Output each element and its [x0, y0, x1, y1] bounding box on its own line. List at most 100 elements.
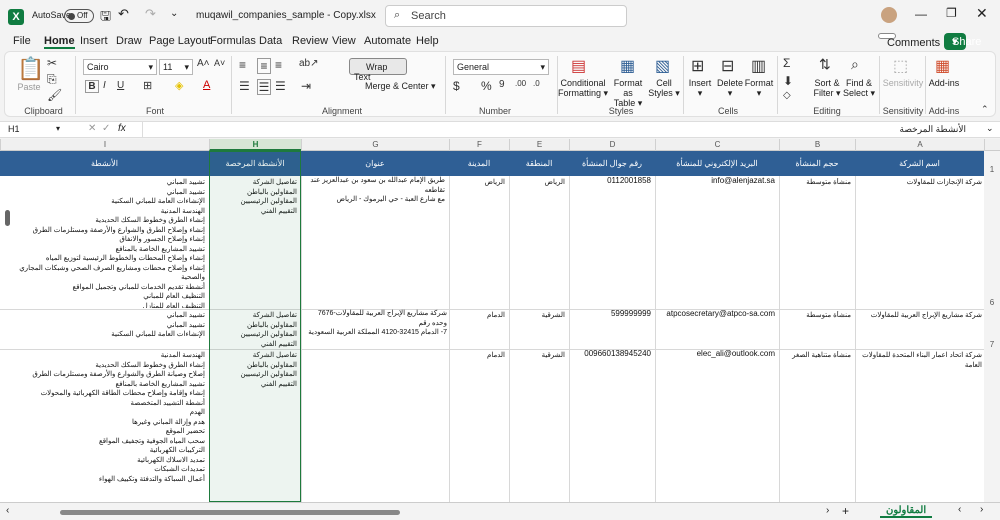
conditional-formatting-button[interactable]: Conditional Formatting ▾: [557, 78, 609, 99]
table-cell[interactable]: الرياض: [509, 178, 565, 188]
format-as-table-button[interactable]: Format as Table ▾: [608, 78, 648, 109]
tab-data[interactable]: Data: [259, 35, 282, 47]
align-bottom-icon[interactable]: ≡: [275, 58, 282, 72]
share-button[interactable]: Share ▾: [944, 33, 981, 50]
header-city[interactable]: المدينة: [449, 159, 509, 168]
cell-styles-icon[interactable]: ▧: [655, 56, 670, 76]
increase-decimal-icon[interactable]: .00: [515, 79, 526, 88]
paste-icon[interactable]: 📋: [17, 56, 44, 82]
row-header-6[interactable]: 6: [984, 298, 1000, 307]
tab-file[interactable]: File: [13, 35, 31, 47]
insert-cells-icon[interactable]: ⊞: [691, 56, 704, 76]
header-mobile[interactable]: رقم جوال المنشأة: [569, 159, 655, 168]
comma-icon[interactable]: 9: [499, 79, 505, 90]
header-address[interactable]: عنوان: [301, 159, 449, 168]
header-company-name[interactable]: اسم الشركة: [855, 159, 984, 168]
tab-page-layout[interactable]: Page Layout: [149, 35, 211, 47]
table-cell[interactable]: الرياض: [449, 178, 505, 188]
format-as-table-icon[interactable]: ▦: [620, 56, 635, 76]
delete-cells-button[interactable]: Delete ▾: [715, 78, 745, 99]
search-input[interactable]: ⌕ Search: [385, 5, 627, 27]
table-cell[interactable]: 599999999: [569, 309, 651, 319]
table-cell[interactable]: طريق الإمام عبدالله بن سعود بن عبدالعزيز…: [301, 176, 445, 206]
table-cell[interactable]: منشأة متوسطة: [779, 178, 851, 188]
wrap-text-button[interactable]: Wrap Text: [349, 58, 407, 82]
tab-home[interactable]: Home: [44, 35, 75, 49]
table-cell[interactable]: شركة مشاريع الإبراج العربية للمقاولات: [855, 311, 982, 321]
header-email[interactable]: البريد الإلكتروني للمنشأة: [655, 159, 779, 168]
formula-input[interactable]: الأنشطة المرخصة: [900, 124, 966, 135]
indent-icon[interactable]: ⇥: [301, 79, 311, 93]
orientation-icon[interactable]: ab↗: [299, 58, 319, 69]
table-cell[interactable]: منشأة متناهية الصغر: [779, 351, 851, 361]
column-header-e[interactable]: E: [509, 139, 569, 151]
restore-icon[interactable]: ❐: [946, 6, 957, 20]
close-icon[interactable]: ✕: [976, 5, 988, 22]
save-icon[interactable]: 🖫: [100, 7, 111, 29]
scroll-right-icon[interactable]: ›: [826, 505, 829, 516]
table-cell[interactable]: elec_ali@outlook.com: [655, 349, 775, 359]
filename[interactable]: muqawil_companies_sample - Copy.xlsx: [196, 10, 376, 21]
find-select-icon[interactable]: ⌕: [851, 56, 859, 73]
tab-review[interactable]: Review: [292, 35, 328, 47]
format-painter-icon[interactable]: 🖌: [47, 88, 62, 102]
header-size[interactable]: حجم المنشأة: [779, 159, 855, 168]
sheet-nav-next-icon[interactable]: ›: [980, 504, 983, 515]
font-color-icon[interactable]: A: [203, 79, 210, 91]
table-cell[interactable]: الدمام: [449, 351, 505, 361]
addins-icon[interactable]: ▦: [935, 56, 950, 76]
column-header-f[interactable]: F: [449, 139, 509, 151]
sheet-grid[interactable]: الأنشطة الأنشطة المرخصة عنوان المدينة ال…: [0, 151, 984, 502]
table-cell[interactable]: atpcosecretary@atpco-sa.com: [655, 309, 775, 319]
decrease-font-icon[interactable]: A˅: [214, 58, 225, 68]
table-cell[interactable]: تشييد المباني تشييد المباني الإنشاءات ال…: [0, 178, 205, 308]
table-cell[interactable]: منشأة متوسطة: [779, 311, 851, 321]
insert-cells-button[interactable]: Insert ▾: [685, 78, 715, 99]
number-format-select[interactable]: General ▾: [453, 59, 549, 75]
conditional-formatting-icon[interactable]: ▤: [571, 56, 586, 76]
fill-color-icon[interactable]: ◈: [175, 79, 183, 92]
sensitivity-icon[interactable]: ⬚: [893, 56, 908, 76]
sheet-nav-prev-icon[interactable]: ‹: [958, 504, 961, 515]
table-cell[interactable]: الشرقية: [509, 311, 565, 321]
sort-filter-button[interactable]: Sort & Filter ▾: [809, 78, 845, 99]
bold-icon[interactable]: B: [85, 80, 99, 93]
header-activities[interactable]: الأنشطة: [0, 159, 209, 168]
align-top-icon[interactable]: ≡: [239, 58, 246, 72]
align-right-icon[interactable]: ☰: [275, 79, 286, 93]
format-cells-icon[interactable]: ▥: [751, 56, 766, 76]
delete-cells-icon[interactable]: ⊟: [721, 56, 734, 76]
select-all-corner[interactable]: [984, 139, 1000, 151]
table-cell[interactable]: تشييد المباني تشييد المباني الإنشاءات ال…: [0, 311, 205, 347]
decrease-decimal-icon[interactable]: .0: [533, 79, 540, 88]
table-cell[interactable]: الشرقية: [509, 351, 565, 361]
add-sheet-button[interactable]: +: [842, 504, 849, 518]
sheet-tab-active[interactable]: المقاولون: [880, 505, 933, 518]
tab-formulas[interactable]: Formulas: [210, 35, 256, 47]
tab-automate[interactable]: Automate: [364, 35, 411, 47]
expand-formula-icon[interactable]: ⌄: [986, 123, 994, 134]
table-cell[interactable]: شركة الإنجازات للمقاولات: [855, 178, 982, 188]
font-name-select[interactable]: Cairo ▾: [83, 59, 157, 75]
row-header-1[interactable]: 1: [984, 165, 1000, 174]
borders-icon[interactable]: ⊞: [143, 79, 152, 92]
table-cell[interactable]: 009660138945240: [569, 349, 651, 359]
percent-icon[interactable]: %: [481, 79, 492, 93]
column-header-h[interactable]: H: [209, 139, 301, 151]
comments-button[interactable]: Comments: [878, 33, 940, 49]
undo-icon[interactable]: ↶: [118, 6, 129, 22]
column-header-g[interactable]: G: [301, 139, 449, 151]
align-middle-icon[interactable]: ≡: [257, 58, 271, 74]
sort-filter-icon[interactable]: ⇅: [819, 56, 831, 73]
table-cell[interactable]: info@alenjazat.sa: [655, 176, 775, 186]
header-region[interactable]: المنطقة: [509, 159, 569, 168]
autosum-icon[interactable]: Σ: [783, 56, 790, 70]
horizontal-scrollbar-thumb[interactable]: [60, 510, 400, 515]
vertical-scrollbar-thumb[interactable]: [5, 210, 10, 226]
tab-help[interactable]: Help: [416, 35, 439, 47]
column-header-i[interactable]: I: [0, 139, 209, 151]
enter-icon[interactable]: ✓: [102, 123, 110, 134]
scroll-left-icon[interactable]: ‹: [6, 505, 9, 516]
font-size-select[interactable]: 11 ▾: [159, 59, 193, 75]
cell-styles-button[interactable]: Cell Styles ▾: [647, 78, 681, 99]
